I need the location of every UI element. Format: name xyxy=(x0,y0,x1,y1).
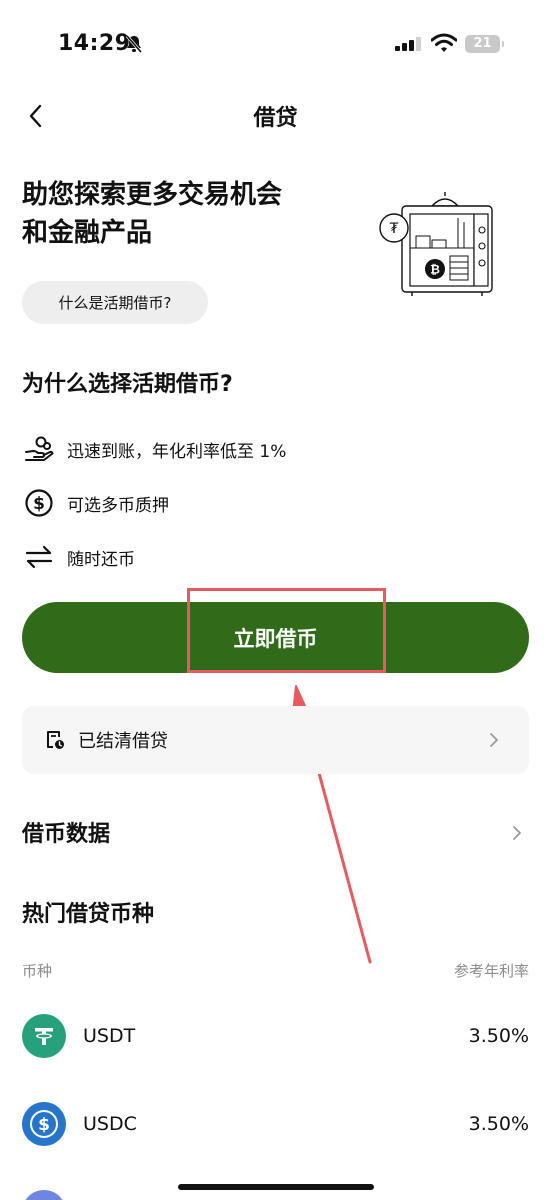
usdt-logo-icon xyxy=(22,1014,66,1058)
chevron-right-icon xyxy=(490,733,498,747)
status-bar: 14:29 21 xyxy=(0,0,551,90)
hero-title-line1: 助您探索更多交易机会 xyxy=(22,180,283,210)
page-title: 借贷 xyxy=(253,106,298,131)
settled-loans-row[interactable]: 已结清借贷 xyxy=(22,706,529,774)
wifi-icon xyxy=(431,33,457,52)
cellular-signal-icon xyxy=(395,37,421,51)
hero-title-line2: 和金融产品 xyxy=(22,218,153,248)
coin-name: USDC xyxy=(83,1113,137,1135)
column-header-coin: 币种 xyxy=(22,962,53,980)
hero-title: 助您探索更多交易机会 和金融产品 xyxy=(22,176,352,252)
battery-indicator: 21 xyxy=(465,35,504,53)
history-document-icon xyxy=(47,731,64,749)
feature-item: $ 可选多币质押 xyxy=(22,486,169,520)
what-is-flexible-loan-chip[interactable]: 什么是活期借币? xyxy=(22,281,208,324)
coin-logo-partial xyxy=(22,1190,66,1200)
feature-item: 迅速到账，年化利率低至 1% xyxy=(22,432,286,466)
swap-arrows-icon xyxy=(22,540,56,574)
coin-rate: 3.50% xyxy=(468,1113,529,1135)
svg-text:$: $ xyxy=(33,494,45,514)
annotation-highlight-box xyxy=(187,588,386,673)
usdc-logo-icon: $ xyxy=(22,1102,66,1146)
svg-text:₿: ₿ xyxy=(430,263,440,277)
bell-slash-icon xyxy=(125,35,143,53)
why-section-title: 为什么选择活期借币? xyxy=(22,372,233,397)
safe-illustration-icon: ₿ ₮ xyxy=(379,192,493,296)
settled-loans-label: 已结清借贷 xyxy=(78,731,168,752)
coin-row-usdt[interactable]: USDT 3.50% xyxy=(22,1013,529,1059)
status-time: 14:29 xyxy=(58,31,131,56)
feature-text: 随时还币 xyxy=(67,549,135,570)
svg-text:$: $ xyxy=(38,1115,50,1135)
coin-rate: 3.50% xyxy=(468,1025,529,1047)
chevron-right-icon[interactable] xyxy=(510,826,524,840)
svg-text:₮: ₮ xyxy=(390,221,399,237)
loan-stats-title[interactable]: 借币数据 xyxy=(22,816,110,848)
home-indicator xyxy=(178,1184,374,1190)
popular-coins-title: 热门借贷币种 xyxy=(22,902,155,927)
column-header-rate: 参考年利率 xyxy=(453,962,529,980)
coin-row-usdc[interactable]: $ USDC 3.50% xyxy=(22,1101,529,1147)
feature-text: 可选多币质押 xyxy=(67,495,169,516)
hand-coins-icon xyxy=(22,432,56,466)
feature-item: 随时还币 xyxy=(22,540,135,574)
dollar-circle-icon: $ xyxy=(22,486,56,520)
coin-name: USDT xyxy=(83,1025,136,1047)
feature-text: 迅速到账，年化利率低至 1% xyxy=(67,441,287,462)
